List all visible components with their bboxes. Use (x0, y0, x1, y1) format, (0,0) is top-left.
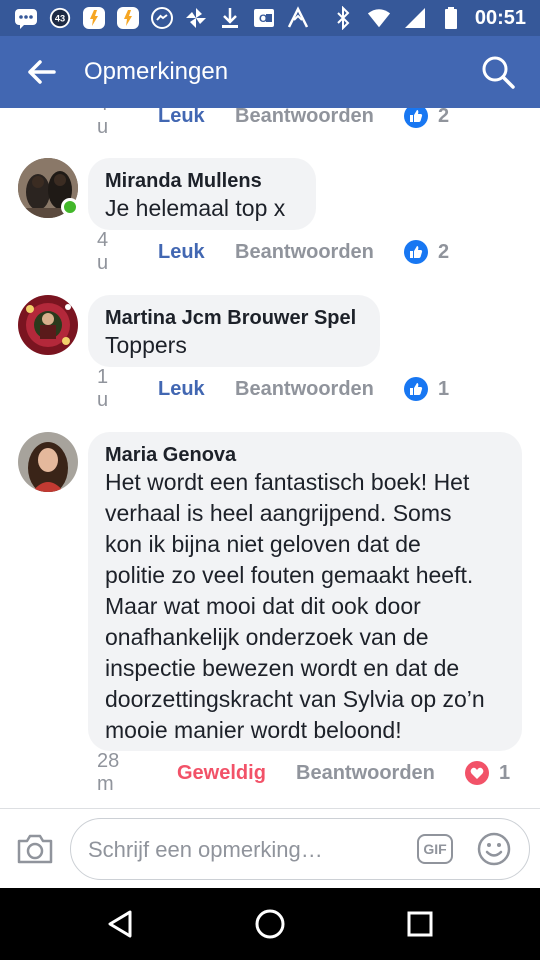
online-status-icon (61, 198, 79, 216)
comment-text-line: onafhankelijk onderzoek van de (105, 624, 429, 650)
camera-icon (17, 834, 53, 864)
comment-author[interactable]: Martina Jcm Brouwer Spel (105, 306, 363, 330)
outlook-icon: O (252, 6, 276, 30)
like-reaction-icon (404, 240, 428, 264)
comment-bubble[interactable]: Miranda Mullens Je helemaal top x (88, 158, 316, 230)
comment-time: 4 u (97, 229, 109, 274)
lexicon-icon (286, 6, 310, 30)
comment-author[interactable]: Maria Genova (105, 443, 505, 467)
like-button[interactable]: Leuk (158, 108, 205, 128)
comment-text-line: Maar wat mooi dat dit ook door (105, 593, 421, 619)
comment-text-line: politie zo veel fouten gemaakt heeft. (105, 562, 474, 588)
comment-text: Toppers (105, 332, 187, 358)
comment-text-line: Het wordt een fantastisch boek! Het (105, 469, 470, 495)
status-bar: 43 O 00:51 (0, 0, 540, 36)
signal-icon (403, 6, 427, 30)
comment-bubble[interactable]: Martina Jcm Brouwer Spel Toppers (88, 295, 380, 367)
arrow-left-icon (28, 60, 56, 84)
comment-text-line: verhaal is heel aangrijpend. Soms (105, 500, 452, 526)
comment-time: 4 u (97, 108, 109, 138)
like-button[interactable]: Leuk (158, 241, 205, 264)
triangle-back-icon (108, 910, 132, 938)
camera-button[interactable] (16, 831, 54, 867)
reply-button[interactable]: Beantwoorden (296, 762, 435, 785)
circle-home-icon (255, 909, 285, 939)
nav-recents-button[interactable] (402, 906, 438, 942)
comment-text-line: kon ik bijna niet geloven dat de (105, 531, 421, 557)
search-icon (482, 56, 515, 89)
love-button[interactable]: Geweldig (177, 762, 266, 785)
comment-input[interactable]: Schrijf een opmerking… GIF (70, 818, 530, 880)
notification-count-icon: 43 (48, 6, 72, 30)
comment-time: 1 u (97, 366, 109, 411)
page-title: Opmerkingen (84, 58, 229, 85)
clock: 00:51 (474, 6, 526, 29)
wifi-icon (367, 6, 391, 30)
reaction-count: 1 (499, 761, 511, 784)
avatar[interactable] (18, 295, 78, 355)
comment-list: 4 u Leuk Beantwoorden 2 Miranda Mullens … (0, 108, 540, 800)
search-button[interactable] (478, 52, 518, 92)
reply-button[interactable]: Beantwoorden (235, 378, 374, 401)
like-button[interactable]: Leuk (158, 378, 205, 401)
messenger-icon (150, 6, 174, 30)
emoji-button[interactable] (477, 832, 511, 866)
like-reaction-icon (404, 108, 428, 128)
app-icon (82, 6, 106, 30)
system-nav-bar (0, 888, 540, 960)
gif-button[interactable]: GIF (417, 834, 453, 864)
comment-input-placeholder: Schrijf een opmerking… (88, 837, 323, 862)
download-icon (218, 6, 242, 30)
back-button[interactable] (26, 56, 58, 88)
battery-icon (439, 6, 463, 30)
comment-text-line: inspectie bewezen wordt en dat de (105, 655, 460, 681)
nav-home-button[interactable] (252, 906, 288, 942)
svg-text:43: 43 (55, 14, 65, 24)
comment-bubble[interactable]: Maria Genova Het wordt een fantastisch b… (88, 432, 522, 751)
comment-text: Je helemaal top x (105, 195, 286, 221)
nav-back-button[interactable] (102, 906, 138, 942)
app-bar: Opmerkingen (0, 36, 540, 108)
reaction-count: 1 (438, 377, 450, 400)
like-reaction-icon (404, 377, 428, 401)
pinwheel-icon (184, 6, 208, 30)
comment-author[interactable]: Miranda Mullens (105, 169, 299, 193)
messaging-icon (14, 6, 38, 30)
status-bar-system: 00:51 (331, 6, 526, 30)
avatar[interactable] (18, 432, 78, 492)
comment-text-line: doorzettingskracht van Sylvia op zo’n (105, 686, 485, 712)
bluetooth-icon (331, 6, 355, 30)
reply-button[interactable]: Beantwoorden (235, 108, 374, 128)
reply-button[interactable]: Beantwoorden (235, 241, 374, 264)
reaction-count: 2 (438, 240, 450, 263)
love-reaction-icon (465, 761, 489, 785)
status-bar-notifications: 43 O (14, 6, 331, 30)
comment-composer: Schrijf een opmerking… GIF (0, 808, 540, 888)
app-icon (116, 6, 140, 30)
smiley-icon (477, 832, 511, 866)
square-recents-icon (407, 911, 433, 937)
comment-text-line: mooie manier wordt beloond! (105, 717, 402, 743)
reaction-count: 2 (438, 108, 450, 127)
comment-time: 28 m (97, 750, 120, 795)
